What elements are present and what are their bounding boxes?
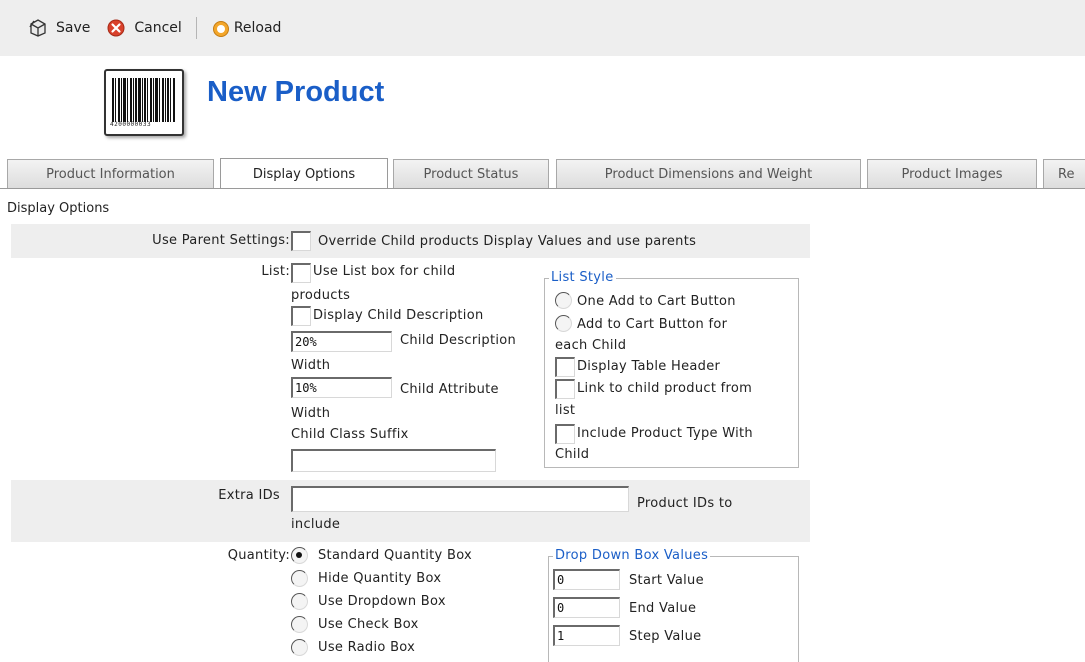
child-class-suffix-label: Child Class Suffix — [291, 427, 409, 442]
display-table-header-checkbox[interactable] — [555, 357, 575, 377]
step-value-label: Step Value — [629, 629, 702, 644]
barcode-icon: 4200000033 — [104, 69, 184, 136]
link-child-label-cont: list — [555, 403, 576, 418]
child-desc-width-input[interactable]: 20% — [291, 331, 392, 352]
tab-bar: Product Information Display Options Prod… — [0, 156, 1085, 189]
quantity-row: Quantity: Standard Quantity Box Hide Qua… — [11, 542, 810, 662]
add-to-cart-each-radio[interactable] — [555, 315, 572, 332]
child-class-suffix-input[interactable] — [291, 449, 496, 472]
extra-ids-row: Extra IDs Product IDs to include — [11, 480, 810, 542]
tab-product-information[interactable]: Product Information — [7, 159, 214, 188]
hide-quantity-label: Hide Quantity Box — [318, 571, 442, 586]
child-desc-width-label-cont: Width — [291, 358, 331, 373]
end-value-input[interactable]: 0 — [553, 597, 620, 618]
use-listbox-checkbox[interactable] — [291, 263, 311, 283]
standard-quantity-radio[interactable] — [291, 547, 308, 564]
save-icon — [28, 18, 48, 38]
save-label: Save — [56, 20, 91, 36]
end-value-label: End Value — [629, 601, 697, 616]
reload-button[interactable]: Reload — [211, 18, 282, 38]
list-style-group: List Style One Add to Cart Button Add to… — [544, 270, 799, 468]
display-child-desc-label: Display Child Description — [313, 308, 484, 323]
list-label: List: — [261, 264, 290, 279]
extra-ids-label: Extra IDs — [218, 488, 280, 503]
list-style-legend: List Style — [549, 270, 616, 285]
toolbar-divider — [195, 17, 197, 39]
start-value-label: Start Value — [629, 573, 704, 588]
cancel-label: Cancel — [134, 20, 182, 36]
extra-ids-hint-cont: include — [291, 517, 341, 532]
link-child-label: Link to child product from — [577, 381, 753, 396]
use-parent-label: Use Parent Settings: — [152, 233, 290, 248]
one-add-to-cart-label: One Add to Cart Button — [577, 294, 736, 309]
override-child-label: Override Child products Display Values a… — [318, 234, 697, 249]
use-listbox-label-cont: products — [291, 288, 351, 303]
save-button[interactable]: Save — [28, 18, 90, 38]
dropdown-values-group: Drop Down Box Values 0 Start Value 0 End… — [548, 548, 799, 662]
extra-ids-hint: Product IDs to — [637, 496, 733, 511]
use-radiobox-label: Use Radio Box — [318, 640, 416, 655]
start-value-input[interactable]: 0 — [553, 569, 620, 590]
child-attr-width-input[interactable]: 10% — [291, 377, 392, 398]
step-value-input[interactable]: 1 — [553, 625, 620, 646]
use-dropdown-radio[interactable] — [291, 593, 308, 610]
child-attr-width-label: Child Attribute — [400, 382, 499, 397]
page-header: 4200000033 New Product — [0, 56, 1085, 146]
display-table-header-label: Display Table Header — [577, 359, 721, 374]
child-desc-width-label: Child Description — [400, 333, 517, 348]
reload-label: Reload — [233, 20, 282, 36]
one-add-to-cart-radio[interactable] — [555, 292, 572, 309]
section-title: Display Options — [7, 201, 110, 216]
include-product-type-label: Include Product Type With — [577, 426, 753, 441]
cancel-button[interactable]: Cancel — [106, 18, 182, 38]
hide-quantity-radio[interactable] — [291, 570, 308, 587]
override-child-checkbox[interactable] — [291, 231, 311, 251]
list-row: List: Use List box for child products Di… — [11, 258, 810, 480]
dropdown-values-legend: Drop Down Box Values — [553, 548, 711, 563]
use-listbox-label: Use List box for child — [313, 264, 456, 279]
tab-product-status[interactable]: Product Status — [393, 159, 549, 188]
tab-related[interactable]: Re — [1043, 159, 1085, 188]
standard-quantity-label: Standard Quantity Box — [318, 548, 473, 563]
include-product-type-checkbox[interactable] — [555, 424, 575, 444]
tab-product-images[interactable]: Product Images — [867, 159, 1037, 188]
quantity-label: Quantity: — [227, 548, 290, 563]
use-dropdown-label: Use Dropdown Box — [318, 594, 446, 609]
use-parent-row: Use Parent Settings: Override Child prod… — [11, 224, 810, 258]
use-checkbox-label: Use Check Box — [318, 617, 419, 632]
toolbar: Save Cancel Reload — [0, 0, 1085, 56]
include-product-type-label-cont: Child — [555, 447, 590, 462]
display-child-desc-checkbox[interactable] — [291, 306, 311, 326]
use-radiobox-radio[interactable] — [291, 639, 308, 656]
add-to-cart-each-label-cont: each Child — [555, 338, 627, 353]
cancel-icon — [106, 18, 126, 38]
child-attr-width-label-cont: Width — [291, 406, 331, 421]
tab-product-dimensions-weight[interactable]: Product Dimensions and Weight — [556, 159, 861, 188]
use-checkbox-radio[interactable] — [291, 616, 308, 633]
page-title: New Product — [207, 76, 385, 108]
add-to-cart-each-label: Add to Cart Button for — [577, 317, 728, 332]
barcode-text: 4200000033 — [110, 121, 152, 128]
reload-icon — [211, 18, 231, 38]
link-child-checkbox[interactable] — [555, 379, 575, 399]
extra-ids-input[interactable] — [291, 486, 629, 512]
tab-display-options[interactable]: Display Options — [220, 158, 388, 188]
